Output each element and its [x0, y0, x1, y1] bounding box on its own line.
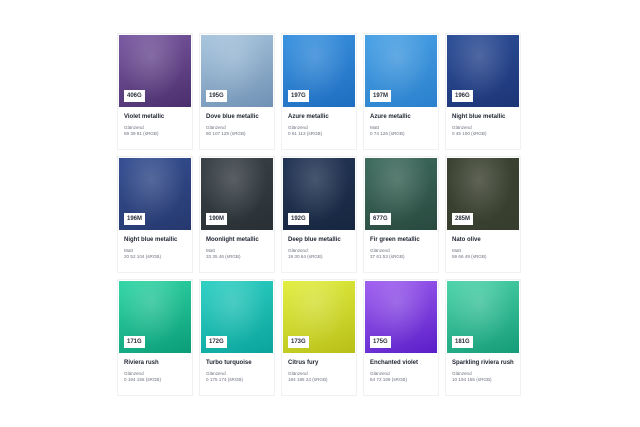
- color-rgb-value: 37 61 53 (sRGB): [370, 254, 405, 259]
- color-rgb-value: 0 61 113 (sRGB): [288, 131, 323, 136]
- color-card[interactable]: 171G Riviera rush Glänzend 0 194 155 (sRGB): [118, 280, 192, 395]
- color-card[interactable]: 406G Violet metallic Glänzend 59 39 81 (sRG…: [118, 34, 192, 149]
- color-rgb-value: 0 175 174 (sRGB): [206, 377, 244, 382]
- color-rgb-value: 59 39 81 (sRGB): [124, 131, 159, 136]
- color-rgb-value: 0 45 100 (sRGB): [452, 131, 487, 136]
- color-rgb-value: 80 107 129 (sRGB): [206, 131, 246, 136]
- color-code-badge: 195G: [206, 90, 227, 102]
- color-swatch[interactable]: 406G: [119, 35, 191, 107]
- color-info: Riviera rush Glänzend 0 194 155 (sRGB): [118, 353, 192, 383]
- color-swatch[interactable]: 197M: [365, 35, 437, 107]
- color-code-badge: 285M: [452, 213, 474, 225]
- color-name: Azure metallic: [370, 114, 411, 120]
- color-name: Night blue metallic: [452, 114, 506, 120]
- color-code-badge: 197G: [288, 90, 309, 102]
- color-card[interactable]: 195G Dove blue metallic Glänzend 80 107 129…: [200, 34, 274, 149]
- color-swatch[interactable]: 175G: [365, 281, 437, 353]
- color-info: Moonlight metallic Matt 33 35 46 (sRGB): [200, 230, 274, 260]
- color-rgb-value: 59 66 49 (sRGB): [452, 254, 487, 259]
- color-card[interactable]: 181G Sparkling riviera rush Glänzend 10 194…: [446, 280, 520, 395]
- color-card[interactable]: 190M Moonlight metallic Matt 33 35 46 (sRGB…: [200, 157, 274, 272]
- color-name: Deep blue metallic: [288, 237, 341, 243]
- color-swatch[interactable]: 197G: [283, 35, 355, 107]
- color-swatch[interactable]: 173G: [283, 281, 355, 353]
- color-rgb-value: 184 185 24 (sRGB): [288, 377, 328, 382]
- color-swatch[interactable]: 196G: [447, 35, 519, 107]
- color-info: Sparkling riviera rush Glänzend 10 194 155…: [446, 353, 520, 383]
- color-code-badge: 172G: [206, 336, 227, 348]
- color-code-badge: 406G: [124, 90, 145, 102]
- color-code-badge: 173G: [288, 336, 309, 348]
- color-name: Turbo turquoise: [206, 360, 252, 366]
- color-swatch[interactable]: 172G: [201, 281, 273, 353]
- color-card[interactable]: 196M Night blue metallic Matt 20 52 104 (sR…: [118, 157, 192, 272]
- color-code-badge: 196G: [452, 90, 473, 102]
- color-code-badge: 190M: [206, 213, 228, 225]
- color-info: Azure metallic Matt 0 74 126 (sRGB): [364, 107, 438, 137]
- color-name: Citrus fury: [288, 360, 319, 366]
- color-info: Azure metallic Glänzend 0 61 113 (sRGB): [282, 107, 356, 137]
- color-rgb-value: 33 35 46 (sRGB): [206, 254, 241, 259]
- color-rgb-value: 0 194 155 (sRGB): [124, 377, 162, 382]
- color-name: Moonlight metallic: [206, 237, 259, 243]
- color-name: Azure metallic: [288, 114, 329, 120]
- color-name: Nato olive: [452, 237, 481, 243]
- color-swatch[interactable]: 196M: [119, 158, 191, 230]
- color-swatch[interactable]: 677G: [365, 158, 437, 230]
- color-info: Citrus fury Glänzend 184 185 24 (sRGB): [282, 353, 356, 383]
- color-card[interactable]: 192G Deep blue metallic Glänzend 19 30 64 (…: [282, 157, 356, 272]
- color-info: Dove blue metallic Glänzend 80 107 129 (sR…: [200, 107, 274, 137]
- color-card[interactable]: 197M Azure metallic Matt 0 74 126 (sRGB): [364, 34, 438, 149]
- color-code-badge: 196M: [124, 213, 146, 225]
- color-name: Night blue metallic: [124, 237, 178, 243]
- color-rgb-value: 19 30 64 (sRGB): [288, 254, 323, 259]
- color-swatch[interactable]: 171G: [119, 281, 191, 353]
- color-info: Violet metallic Glänzend 59 39 81 (sRGB): [118, 107, 192, 137]
- color-info: Enchanted violet Glänzend 84 72 169 (sRGB): [364, 353, 438, 383]
- color-code-badge: 175G: [370, 336, 391, 348]
- color-rgb-value: 84 72 169 (sRGB): [370, 377, 408, 382]
- color-info: Turbo turquoise Glänzend 0 175 174 (sRGB): [200, 353, 274, 383]
- color-name: Enchanted violet: [370, 360, 419, 366]
- color-card[interactable]: 175G Enchanted violet Glänzend 84 72 169 (s…: [364, 280, 438, 395]
- color-name: Dove blue metallic: [206, 114, 259, 120]
- color-swatch[interactable]: 192G: [283, 158, 355, 230]
- color-swatch[interactable]: 181G: [447, 281, 519, 353]
- color-code-badge: 677G: [370, 213, 391, 225]
- color-swatch[interactable]: 195G: [201, 35, 273, 107]
- color-name: Sparkling riviera rush: [452, 360, 514, 366]
- color-swatch-grid: 406G Violet metallic Glänzend 59 39 81 (sRG…: [118, 34, 522, 395]
- color-card[interactable]: 196G Night blue metallic Glänzend 0 45 100 …: [446, 34, 520, 149]
- color-code-badge: 171G: [124, 336, 145, 348]
- color-info: Night blue metallic Matt 20 52 104 (sRGB): [118, 230, 192, 260]
- color-name: Fir green metallic: [370, 237, 420, 243]
- color-code-badge: 192G: [288, 213, 309, 225]
- color-swatch[interactable]: 190M: [201, 158, 273, 230]
- color-name: Riviera rush: [124, 360, 159, 366]
- color-info: Deep blue metallic Glänzend 19 30 64 (sRGB…: [282, 230, 356, 260]
- color-rgb-value: 0 74 126 (sRGB): [370, 131, 405, 136]
- color-info: Nato olive Matt 59 66 49 (sRGB): [446, 230, 520, 260]
- color-info: Night blue metallic Glänzend 0 45 100 (sRG…: [446, 107, 520, 137]
- color-rgb-value: 20 52 104 (sRGB): [124, 254, 162, 259]
- color-swatch[interactable]: 285M: [447, 158, 519, 230]
- color-rgb-value: 10 194 155 (sRGB): [452, 377, 492, 382]
- color-code-badge: 197M: [370, 90, 392, 102]
- color-card[interactable]: 285M Nato olive Matt 59 66 49 (sRGB): [446, 157, 520, 272]
- color-card[interactable]: 677G Fir green metallic Glänzend 37 61 53 (…: [364, 157, 438, 272]
- color-name: Violet metallic: [124, 114, 165, 120]
- color-card[interactable]: 197G Azure metallic Glänzend 0 61 113 (sRGB…: [282, 34, 356, 149]
- color-info: Fir green metallic Glänzend 37 61 53 (sRGB…: [364, 230, 438, 260]
- color-card[interactable]: 172G Turbo turquoise Glänzend 0 175 174 (sR…: [200, 280, 274, 395]
- color-card[interactable]: 173G Citrus fury Glänzend 184 185 24 (sRGB): [282, 280, 356, 395]
- color-code-badge: 181G: [452, 336, 473, 348]
